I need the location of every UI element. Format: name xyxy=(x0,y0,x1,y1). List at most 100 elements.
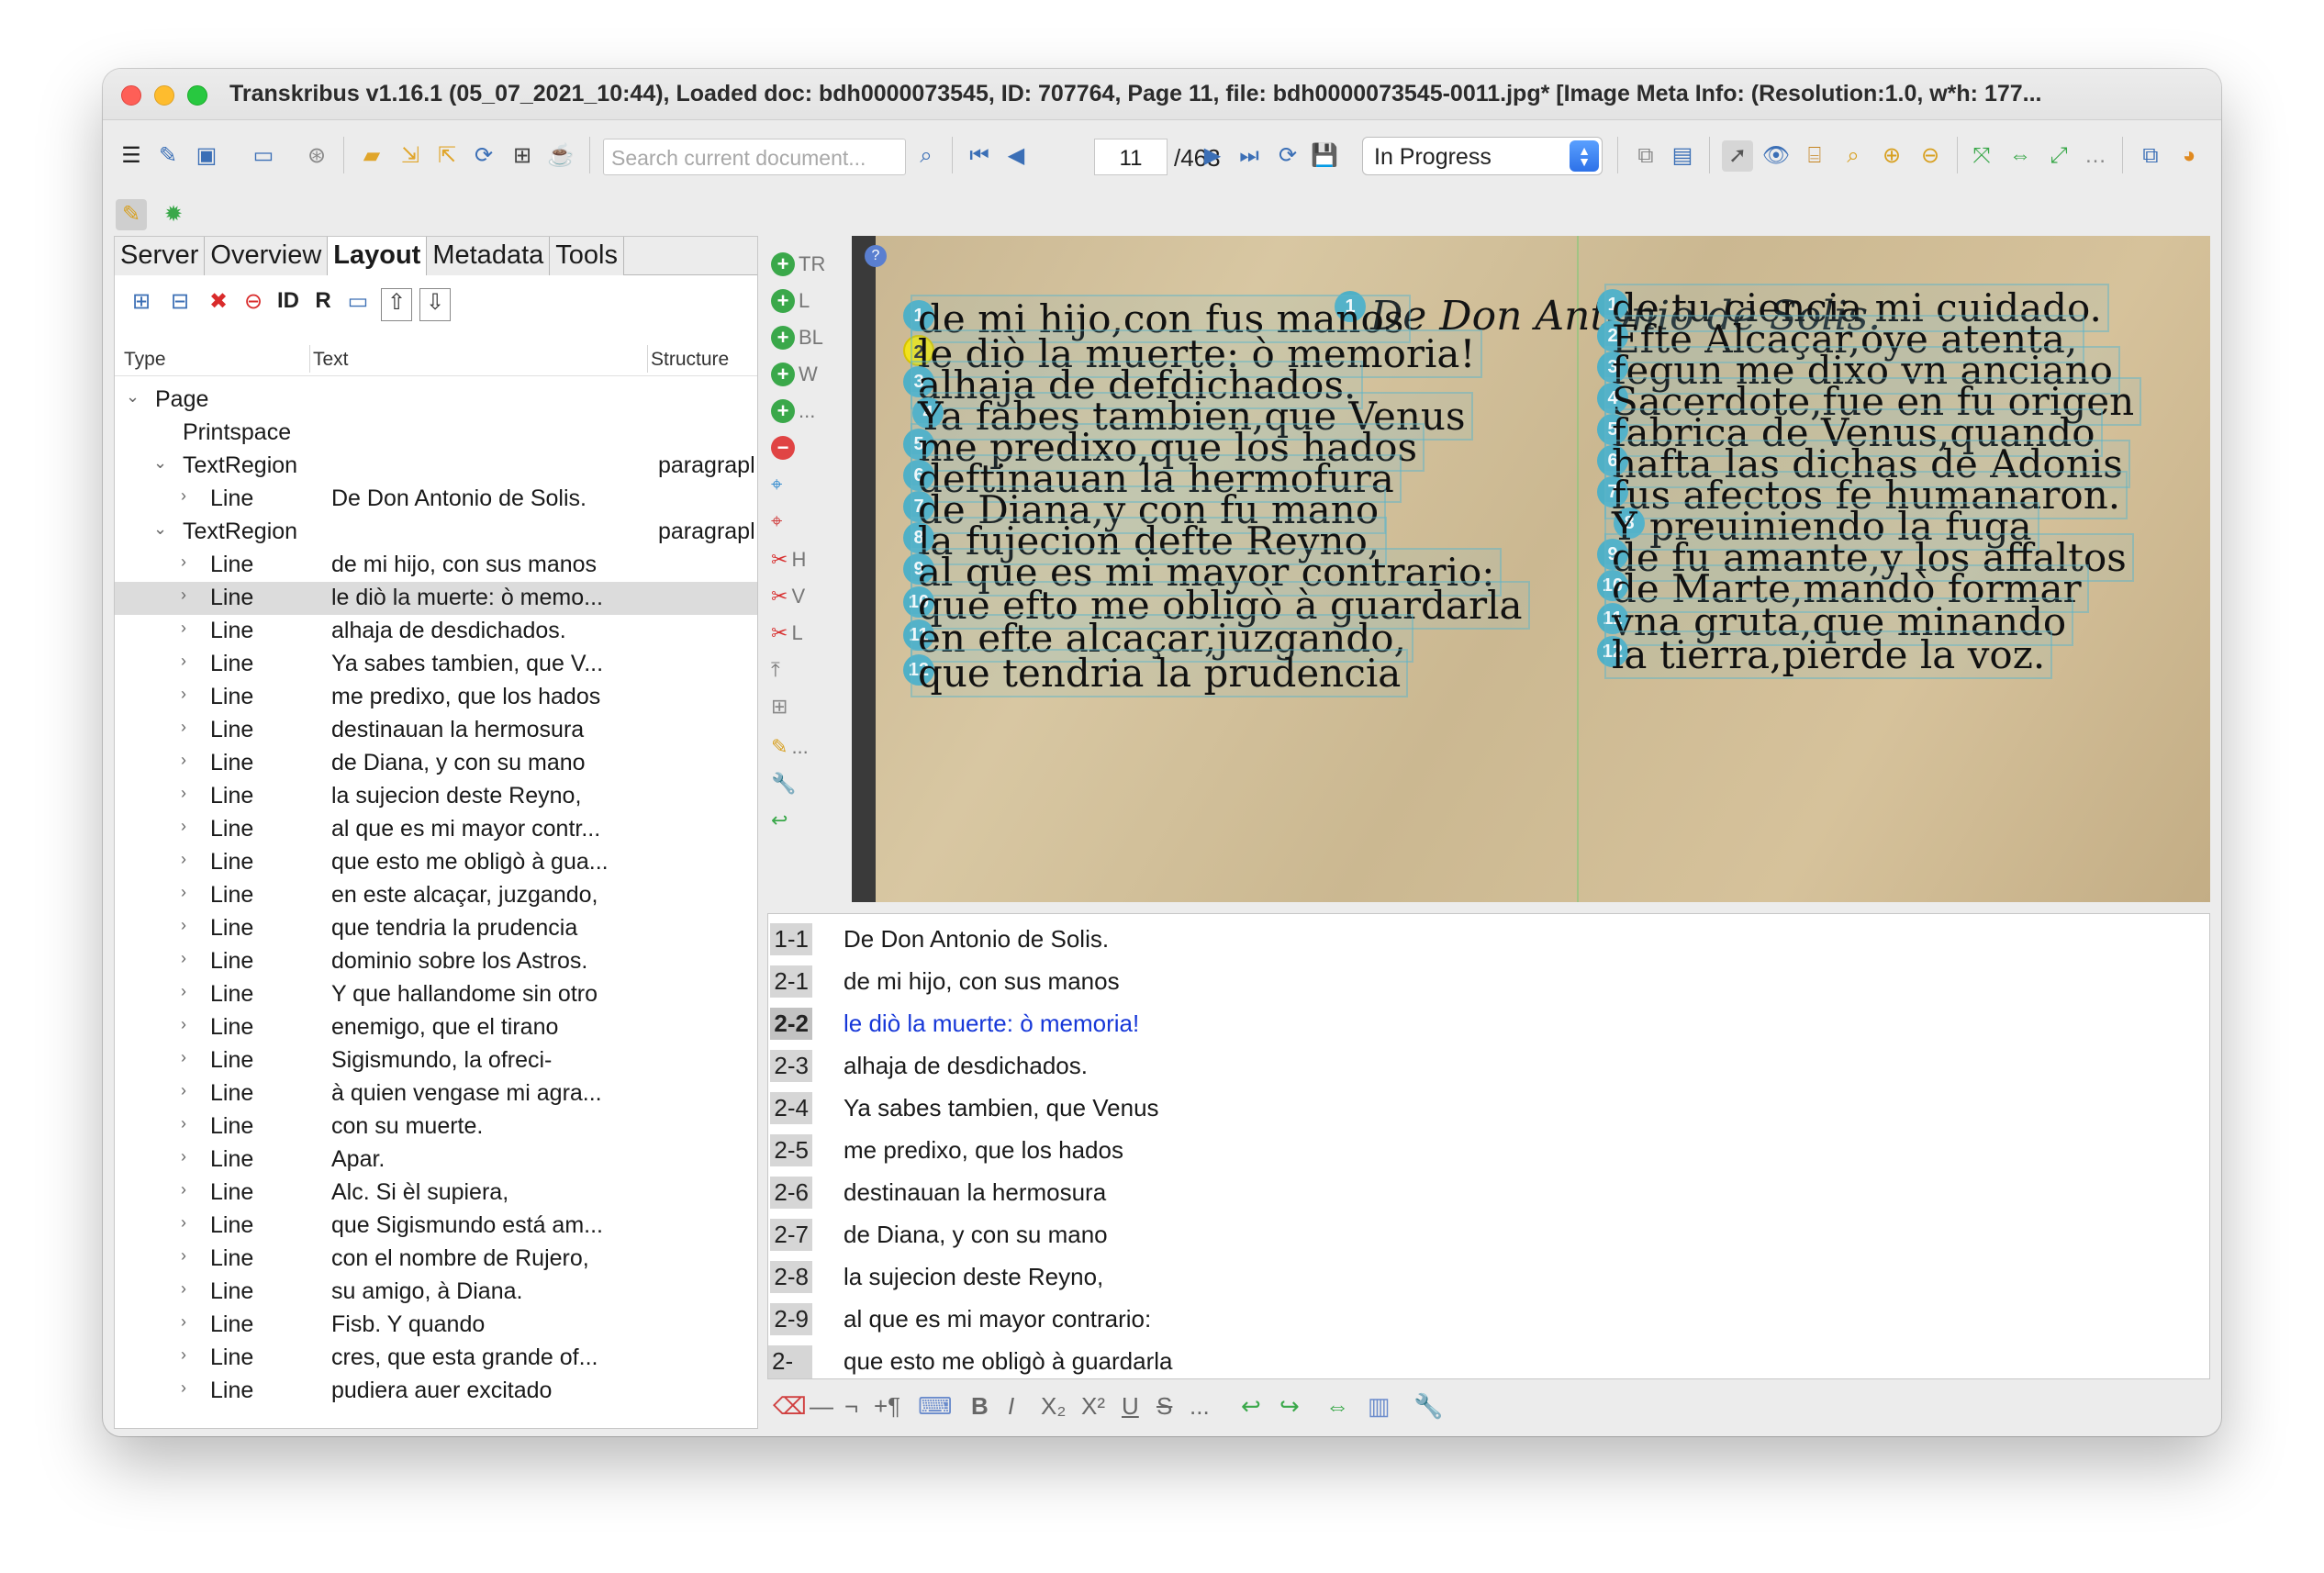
login-icon[interactable]: ✎ xyxy=(152,140,184,172)
tree-row[interactable]: › Line enemigo, que el tirano xyxy=(115,1011,757,1044)
chevron-right-icon[interactable]: › xyxy=(181,751,199,770)
remove-icon[interactable]: ⊖ xyxy=(238,288,269,321)
chevron-right-icon[interactable]: › xyxy=(181,1048,199,1067)
add-paragraph-button[interactable]: +¶ xyxy=(874,1392,900,1421)
clear-format-icon[interactable]: ⌫ xyxy=(773,1392,807,1421)
menu-icon[interactable]: ☰ xyxy=(116,140,147,172)
move-down-icon[interactable]: ⇩ xyxy=(419,288,451,321)
fit-page-icon[interactable]: ⤧ xyxy=(1966,140,1997,172)
table-icon[interactable]: ▭ xyxy=(342,288,374,321)
tab-metadata[interactable]: Metadata xyxy=(427,237,551,275)
transcription-line[interactable]: 1-1 De Don Antonio de Solis. xyxy=(768,918,2209,958)
transcription-line[interactable]: 2-3 alhaja de desdichados. xyxy=(768,1044,2209,1085)
tab-overview[interactable]: Overview xyxy=(205,237,329,275)
collapse-all-icon[interactable]: ⊟ xyxy=(164,288,196,321)
transcription-line[interactable]: 2-2 le diò la muerte: ò memoria! xyxy=(768,1002,2209,1043)
add-baseline-tool[interactable]: + BL xyxy=(771,322,823,353)
tree-row[interactable]: › Line Alc. Si èl supiera, xyxy=(115,1177,757,1210)
add-word-tool[interactable]: + W xyxy=(771,359,818,390)
search-icon[interactable]: ⌕ xyxy=(911,140,942,172)
reload-icon[interactable]: ⟳ xyxy=(1272,140,1303,172)
chevron-right-icon[interactable]: › xyxy=(181,552,199,572)
tree-row[interactable]: › Line me predixo, que los hados xyxy=(115,681,757,714)
chevron-right-icon[interactable]: › xyxy=(181,1246,199,1266)
edit-more-tool[interactable]: ✎... xyxy=(771,731,809,763)
view-layout-icon[interactable]: ▣ xyxy=(191,140,222,172)
copy-icon[interactable]: ⧉ xyxy=(1630,140,1661,172)
line-text[interactable]: le diò la muerte: ò memoria! xyxy=(844,1010,1139,1038)
tree-row[interactable]: › Line Y que hallandome sin otro xyxy=(115,978,757,1011)
chevron-right-icon[interactable]: › xyxy=(181,652,199,671)
remove-shape-tool[interactable]: − xyxy=(771,432,795,463)
select-pointer-icon[interactable]: ➚ xyxy=(1722,140,1753,172)
search-input[interactable]: Search current document... xyxy=(603,139,906,175)
tree-row[interactable]: › Line destinauan la hermosura xyxy=(115,714,757,747)
tree-row[interactable]: › Line con su muerte. xyxy=(115,1110,757,1143)
add-point-icon[interactable]: ⌖ xyxy=(771,469,782,500)
tab-layout[interactable]: Layout xyxy=(328,237,428,275)
coffee-icon[interactable]: ☕ xyxy=(545,140,576,172)
tree-row[interactable]: ⌄ TextRegion paragraph xyxy=(115,516,757,549)
close-window-button[interactable] xyxy=(121,85,141,106)
split-horizontal-tool[interactable]: ✂ H xyxy=(771,544,806,575)
tree-row[interactable]: › Line Fisb. Y quando xyxy=(115,1309,757,1342)
chevron-right-icon[interactable]: › xyxy=(181,784,199,803)
line-text[interactable]: me predixo, que los hados xyxy=(844,1136,1123,1165)
tree-row[interactable]: › Line dominio sobre los Astros. xyxy=(115,945,757,978)
maximize-window-button[interactable] xyxy=(187,85,207,106)
line-text[interactable]: al que es mi mayor contrario: xyxy=(844,1305,1151,1333)
transcription-line[interactable]: 2-7 de Diana, y con su mano xyxy=(768,1213,2209,1254)
subscript-button[interactable]: X₂ xyxy=(1041,1392,1066,1421)
line-text[interactable]: Ya sabes tambien, que Venus xyxy=(844,1094,1159,1122)
tree-row[interactable]: ⌄ TextRegion paragraph xyxy=(115,450,757,483)
strikethrough-button[interactable]: S xyxy=(1156,1392,1172,1421)
zoom-in-icon[interactable]: ⊕ xyxy=(1876,140,1907,172)
chevron-down-icon[interactable]: ⌄ xyxy=(126,387,144,407)
merge-icon[interactable]: ⤒ xyxy=(771,654,780,686)
import-icon[interactable]: ⇲ xyxy=(395,140,426,172)
document-icon[interactable]: ▤ xyxy=(1667,140,1698,172)
chevron-right-icon[interactable]: › xyxy=(181,883,199,902)
page-image-canvas[interactable]: ? 1 De Don Antonio de Solis. 1 de mi hijo… xyxy=(852,236,2210,902)
transcription-line[interactable]: 2-8 la sujecion deste Reyno, xyxy=(768,1255,2209,1296)
tree-row[interactable]: › Line que esto me obligò à gua... xyxy=(115,846,757,879)
color-palette-icon[interactable]: ◕ xyxy=(2173,140,2205,172)
first-page-icon[interactable]: ⏮ xyxy=(964,140,995,172)
column-structure[interactable]: Structure xyxy=(651,349,729,371)
undo-icon[interactable]: ↩ xyxy=(771,805,788,836)
italic-button[interactable]: I xyxy=(1008,1392,1014,1421)
column-text[interactable]: Text xyxy=(313,349,349,371)
chevron-right-icon[interactable]: › xyxy=(181,486,199,506)
open-folder-icon[interactable]: ▰ xyxy=(356,140,387,172)
chevron-right-icon[interactable]: › xyxy=(181,1345,199,1365)
save-icon[interactable]: 💾 xyxy=(1309,140,1340,172)
line-text[interactable]: que esto me obligò à guardarla xyxy=(844,1347,1172,1376)
tree-row[interactable]: › Line de Diana, y con su mano xyxy=(115,747,757,780)
sync-icon[interactable]: ⟳ xyxy=(468,140,499,172)
chevron-right-icon[interactable]: › xyxy=(181,1081,199,1100)
minimize-window-button[interactable] xyxy=(154,85,174,106)
tree-row[interactable]: › Line De Don Antonio de Solis. xyxy=(115,483,757,516)
bug-icon[interactable]: ✹ xyxy=(158,199,189,230)
zoom-icon[interactable]: ⌕ xyxy=(1838,140,1869,172)
chevron-right-icon[interactable]: › xyxy=(181,982,199,1001)
line-text[interactable]: destinauan la hermosura xyxy=(844,1178,1106,1207)
chevron-right-icon[interactable]: › xyxy=(181,1114,199,1133)
more-icon[interactable]: … xyxy=(2080,140,2111,172)
tree-row[interactable]: › Line Sigismundo, la ofreci- xyxy=(115,1044,757,1077)
tree-row[interactable]: › Line pudiera auer excitado xyxy=(115,1375,757,1408)
tree-row[interactable]: › Line al que es mi mayor contr... xyxy=(115,813,757,846)
transcription-line[interactable]: 2-6 destinauan la hermosura xyxy=(768,1171,2209,1211)
view-settings-icon[interactable]: ⌸ xyxy=(1799,140,1830,172)
chevron-right-icon[interactable]: › xyxy=(181,817,199,836)
add-textregion-tool[interactable]: + TR xyxy=(771,249,825,280)
bold-button[interactable]: B xyxy=(971,1392,989,1421)
transcription-line[interactable]: 2-4 Ya sabes tambien, que Venus xyxy=(768,1087,2209,1127)
chevron-right-icon[interactable]: › xyxy=(181,1312,199,1332)
chevron-right-icon[interactable]: › xyxy=(181,685,199,704)
tree-row[interactable]: › Line Apar. xyxy=(115,1143,757,1177)
split-vertical-tool[interactable]: ✂ V xyxy=(771,581,805,612)
chevron-right-icon[interactable]: › xyxy=(181,718,199,737)
chevron-right-icon[interactable]: › xyxy=(181,1378,199,1398)
tree-row[interactable]: › Line que Sigismundo está am... xyxy=(115,1210,757,1243)
